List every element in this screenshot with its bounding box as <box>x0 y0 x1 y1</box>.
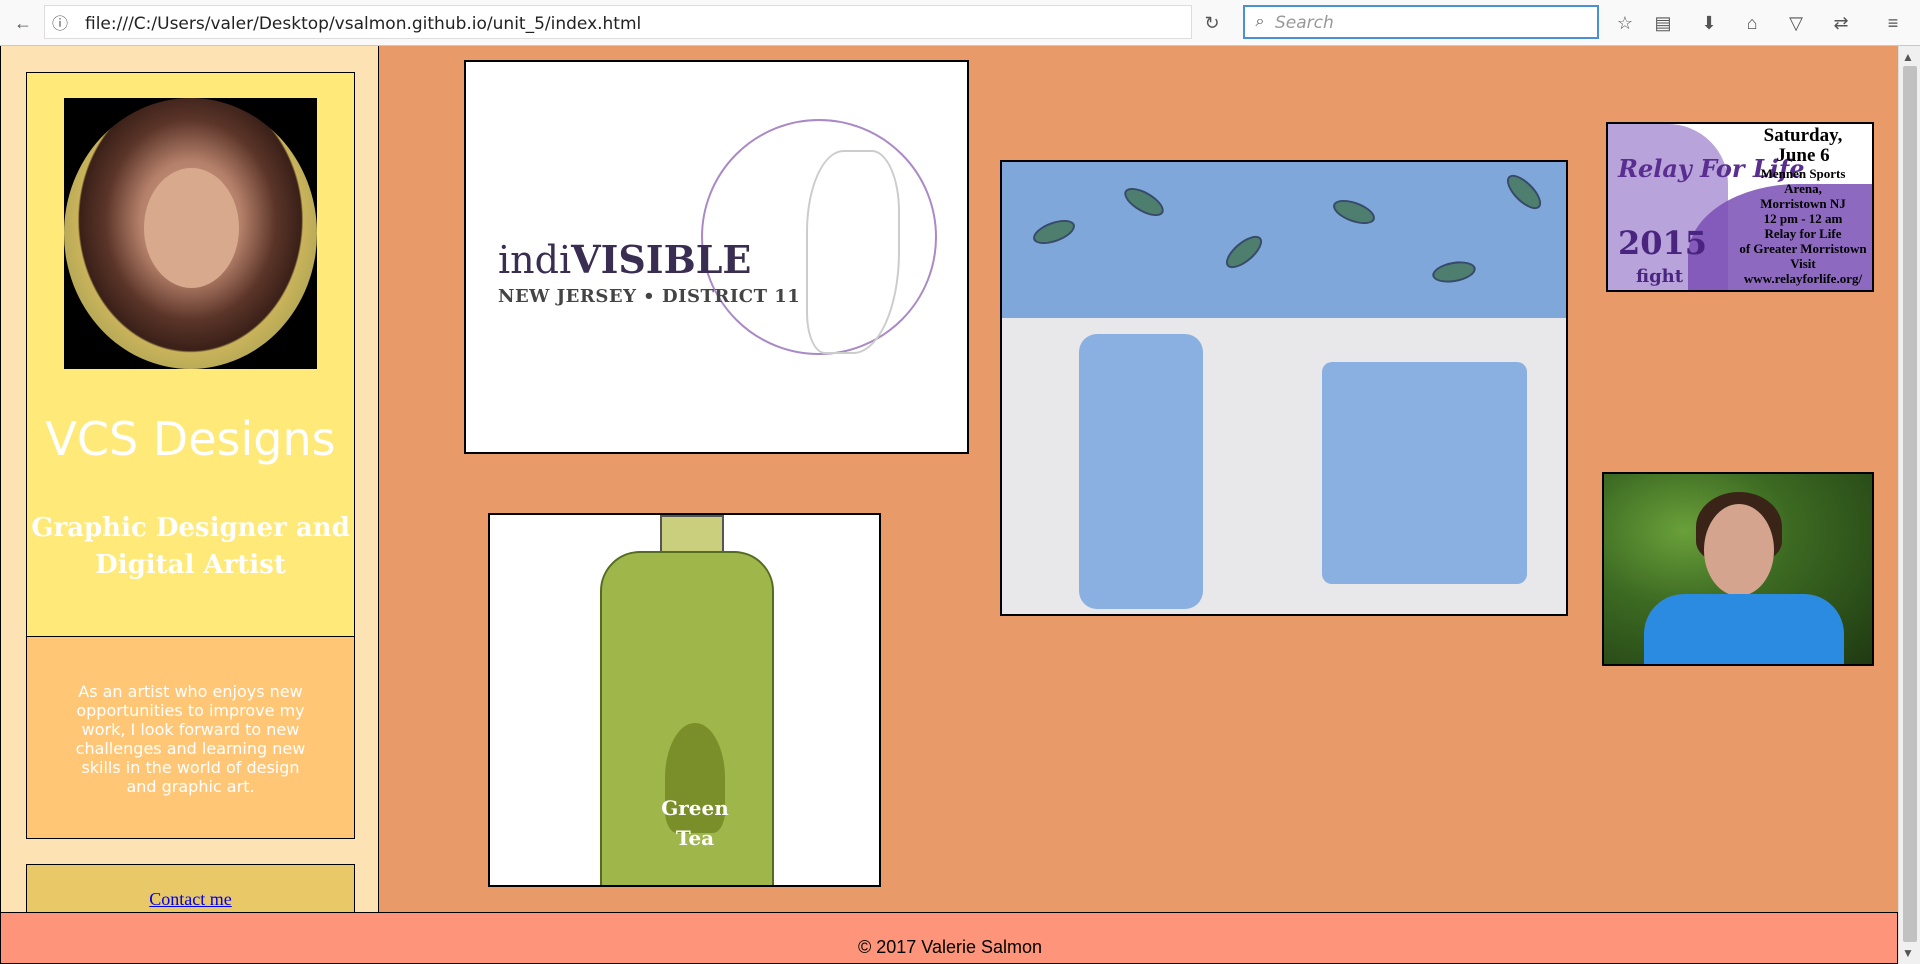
bottle-label-line2: Tea <box>675 826 715 850</box>
about-text: As an artist who enjoys new opportunitie… <box>75 682 306 796</box>
new-jersey-map-icon <box>806 150 900 354</box>
portrait-shirt <box>1644 594 1844 664</box>
browser-toolbar: ← ⓘ file:///C:/Users/valer/Desktop/vsalm… <box>0 0 1920 46</box>
poster-city: Morristown NJ <box>1760 196 1846 211</box>
feather-icon <box>1220 230 1268 274</box>
logo-wordmark: indiVISIBLE <box>498 237 751 282</box>
portrait-photo-image[interactable] <box>1602 472 1874 666</box>
site-subtitle: Graphic Designer and Digital Artist <box>31 513 350 580</box>
bottle-label: Green Tea <box>640 793 750 853</box>
back-arrow-icon[interactable]: ← <box>8 8 38 38</box>
poster-venue2: Arena, <box>1784 181 1822 196</box>
poster-org: Relay for Life <box>1764 226 1842 241</box>
pattern-banner <box>1002 162 1566 318</box>
contact-link[interactable]: Contact me <box>27 889 354 910</box>
menu-icon[interactable]: ≡ <box>1878 8 1908 38</box>
poster-time: 12 pm - 12 am <box>1763 211 1843 226</box>
pillow <box>1322 362 1527 584</box>
sidebar: VCS Designs Graphic Designer and Digital… <box>0 46 379 912</box>
portrait-face <box>1704 504 1774 596</box>
feather-icon <box>1029 215 1079 249</box>
footer-copyright: © 2017 Valerie Salmon <box>857 937 1043 957</box>
scroll-up-icon[interactable]: ▲ <box>1902 50 1914 64</box>
profile-box: VCS Designs Graphic Designer and Digital… <box>26 72 355 637</box>
feather-icon <box>1329 195 1379 229</box>
home-icon[interactable]: ⌂ <box>1737 8 1767 38</box>
reload-icon[interactable]: ↻ <box>1197 8 1227 38</box>
profile-photo <box>64 98 317 369</box>
poster-org2: of Greater Morristown <box>1739 241 1867 256</box>
url-bar[interactable]: ⓘ file:///C:/Users/valer/Desktop/vsalmon… <box>44 5 1192 39</box>
poster-fight: fight <box>1636 266 1684 287</box>
feather-icon <box>1430 258 1478 286</box>
bookmark-star-icon[interactable]: ☆ <box>1610 8 1640 38</box>
poster-info: Saturday, June 6 Mennen Sports Arena, Mo… <box>1732 125 1872 287</box>
url-text[interactable]: file:///C:/Users/valer/Desktop/vsalmon.g… <box>85 14 641 34</box>
poster-date: June 6 <box>1776 145 1830 166</box>
logo-district: NEW JERSEY • DISTRICT 11 <box>498 286 801 307</box>
scroll-thumb[interactable] <box>1903 66 1917 942</box>
feather-pattern-products-image[interactable] <box>1000 160 1568 616</box>
search-icon: ⌕ <box>1255 13 1265 30</box>
footer: © 2017 Valerie Salmon <box>0 912 1898 964</box>
poster-day: Saturday, <box>1763 125 1843 146</box>
phone-case <box>1079 334 1203 609</box>
bottle-label-line1: Green <box>661 796 729 820</box>
search-placeholder: Search <box>1275 13 1334 33</box>
download-icon[interactable]: ⬇ <box>1694 8 1724 38</box>
info-icon[interactable]: ⓘ <box>45 7 75 37</box>
feather-icon <box>1501 169 1547 215</box>
feather-icon <box>1119 182 1169 222</box>
poster-site: www.relayforlife.org/ <box>1743 271 1863 286</box>
contact-box: Contact me <box>26 864 355 912</box>
logo-word-plain: indi <box>498 238 572 282</box>
profile-face <box>144 168 239 288</box>
profile-photo-circle <box>64 98 317 369</box>
poster-venue: Mennen Sports <box>1760 166 1846 181</box>
scroll-down-icon[interactable]: ▼ <box>1902 946 1914 960</box>
search-input[interactable]: ⌕ Search <box>1243 5 1599 39</box>
site-title: VCS Designs <box>45 412 336 466</box>
relay-for-life-poster-image[interactable]: Relay For Life 2015 fight Saturday, June… <box>1606 122 1874 292</box>
indivisible-logo-image[interactable]: indiVISIBLE NEW JERSEY • DISTRICT 11 <box>464 60 969 454</box>
green-tea-bottle-image[interactable]: Green Tea <box>488 513 881 887</box>
pocket-icon[interactable]: ▽ <box>1781 8 1811 38</box>
poster-visit: Visit <box>1790 256 1816 271</box>
logo-word-bold: VISIBLE <box>571 237 752 282</box>
sync-icon[interactable]: ⇄ <box>1826 8 1856 38</box>
reading-list-icon[interactable]: ▤ <box>1648 8 1678 38</box>
about-box: As an artist who enjoys new opportunitie… <box>26 636 355 839</box>
page-content: VCS Designs Graphic Designer and Digital… <box>0 46 1898 964</box>
vertical-scrollbar[interactable]: ▲ ▼ <box>1898 46 1920 964</box>
poster-year: 2015 <box>1618 224 1708 262</box>
